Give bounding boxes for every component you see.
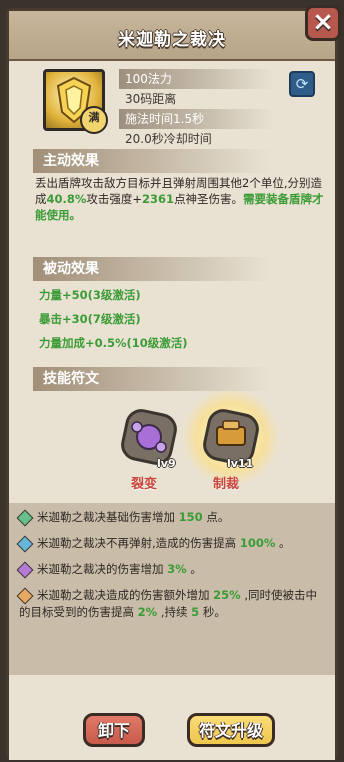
rune-name: 裂变 <box>131 477 158 492</box>
rune-effect-item: 米迦勒之裁决不再弹射,造成的伤害提高 100% 。 <box>16 535 319 552</box>
skill-title: 米迦勒之裁决 <box>118 30 226 50</box>
active-effect-description: 丢出盾牌攻击敌方目标并且弹射周围其他2个单位,分别造成40.8%攻击强度+236… <box>35 176 324 222</box>
stat-range: 30码距离 <box>125 92 177 106</box>
stat-cooldown: 20.0秒冷却时间 <box>125 132 212 146</box>
passive-item: 暴击+30(7级激活) <box>39 312 141 326</box>
unequip-button[interactable]: 卸下 <box>83 713 145 747</box>
max-level-badge: 满 <box>80 106 108 134</box>
rune-level: lv11 <box>227 457 254 470</box>
rune-header: 技能符文 <box>33 367 273 391</box>
rune-name: 制裁 <box>213 477 240 492</box>
skill-detail-panel: 米迦勒之裁决 满 100法力 30码距离 施法时间1.5秒 20.0秒冷却时间 … <box>6 5 341 760</box>
rune-effect-item: 米迦勒之裁决基础伤害增加 150 点。 <box>16 509 319 526</box>
passive-item: 力量+50(3级激活) <box>39 288 141 302</box>
rune-effect-item: 米迦勒之裁决的伤害增加 3% 。 <box>16 561 319 578</box>
rune-effects-list: 米迦勒之裁决基础伤害增加 150 点。 米迦勒之裁决不再弹射,造成的伤害提高 1… <box>9 503 335 675</box>
passive-item: 力量加成+0.5%(10级激活) <box>39 336 188 350</box>
active-effect-header: 主动效果 <box>33 149 273 173</box>
green-gem-icon <box>16 509 34 526</box>
orange-gem-icon <box>16 587 34 604</box>
stat-cast-time: 施法时间1.5秒 <box>119 109 275 129</box>
rune-fission[interactable]: lv9 裂变 <box>117 405 181 492</box>
purple-gem-icon <box>16 561 34 578</box>
rune-upgrade-button[interactable]: 符文升级 <box>187 713 275 747</box>
title-bar: 米迦勒之裁决 <box>9 11 335 61</box>
close-icon[interactable]: × <box>305 5 341 41</box>
skill-shield-icon: 满 <box>43 69 108 134</box>
blue-gem-icon <box>16 535 34 552</box>
rune-level: lv9 <box>157 457 176 470</box>
rune-sanction[interactable]: lv11 制裁 <box>199 405 263 492</box>
passive-effect-header: 被动效果 <box>33 257 273 281</box>
rune-effect-item: 米迦勒之裁决造成的伤害额外增加 25% ,同时使被击中的目标受到的伤害提高 2%… <box>16 587 319 621</box>
refresh-icon[interactable]: ⟳ <box>289 71 315 97</box>
action-bar: 卸下 符文升级 <box>9 675 335 760</box>
stat-mana: 100法力 <box>119 69 275 89</box>
